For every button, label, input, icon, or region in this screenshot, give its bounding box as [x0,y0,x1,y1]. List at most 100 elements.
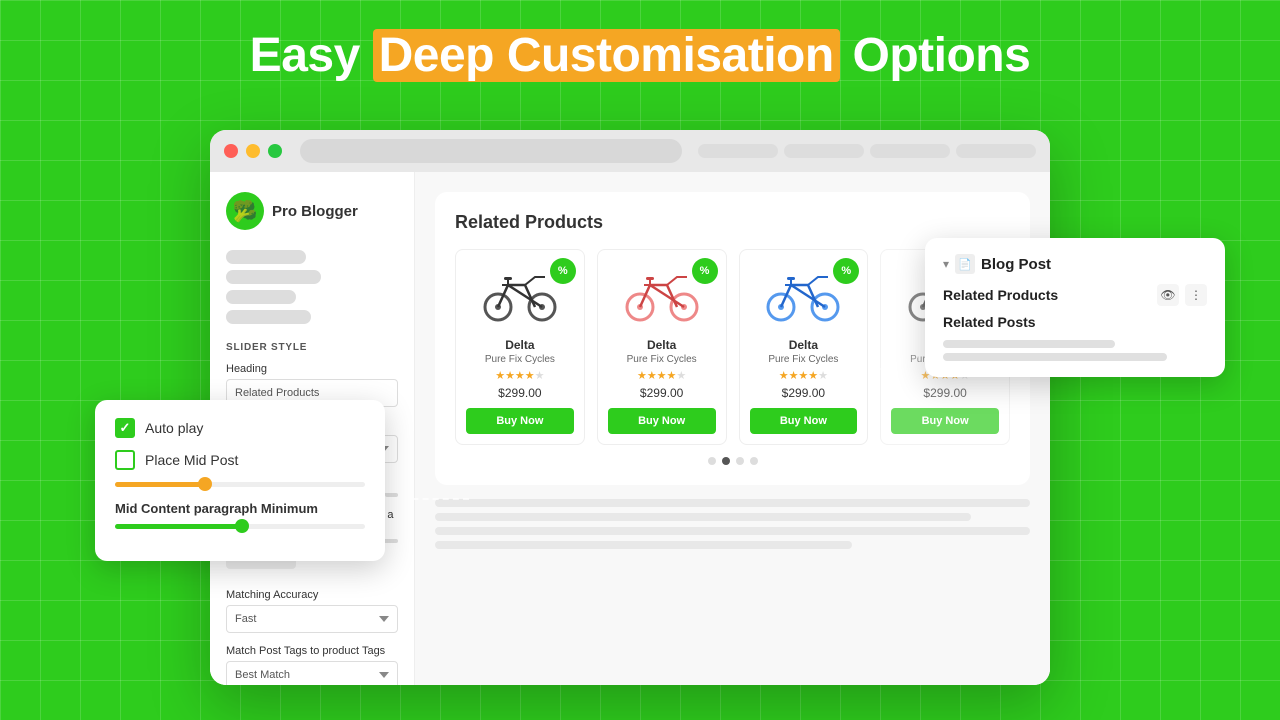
page-title-container: Easy Deep Customisation Options [0,0,1280,101]
product-badge-1: % [550,258,576,284]
product-image-1 [480,260,560,330]
blog-related-products-item: Related Products 👁 ⋮ [943,284,1207,306]
connector-right [868,340,918,370]
blog-related-posts-item: Related Posts [943,314,1207,330]
check-icon: ✓ [120,420,131,436]
address-bar[interactable] [300,139,682,163]
checkbox-panel: ✓ Auto play Place Mid Post Mid Content p… [95,400,385,561]
maximize-button-dot[interactable] [268,144,282,158]
matching-accuracy-group: Matching Accuracy Fast [226,589,398,633]
panel-slider-thumb[interactable] [198,477,212,491]
nav-pill-3 [870,144,950,158]
blog-item-1-actions: 👁 ⋮ [1157,284,1207,306]
content-lines [435,499,1030,549]
blog-post-title: Blog Post [981,256,1051,273]
dot-4[interactable] [750,457,758,465]
eye-icon[interactable]: 👁 [1157,284,1179,306]
product-badge-3: % [833,258,859,284]
product-price-3: $299.00 [750,386,858,400]
dot-1[interactable] [708,457,716,465]
dot-2[interactable] [722,457,730,465]
menu-dots-icon[interactable]: ⋮ [1185,284,1207,306]
panel-slider-fill [115,482,203,487]
content-line-1 [435,499,1030,507]
content-line-2 [435,513,971,521]
logo-text: Pro Blogger [272,203,358,220]
product-price-1: $299.00 [466,386,574,400]
place-mid-item: Place Mid Post [115,450,365,470]
nav-pill-1 [698,144,778,158]
close-button-dot[interactable] [224,144,238,158]
product-stars-2: ★★★★★ [608,369,716,382]
product-brand-1: Pure Fix Cycles [466,354,574,365]
product-name-2: Delta [608,338,716,352]
product-brand-2: Pure Fix Cycles [608,354,716,365]
buy-button-1[interactable]: Buy Now [466,408,574,434]
product-price-4: $299.00 [891,386,999,400]
panel-slider [115,482,365,487]
product-price-2: $299.00 [608,386,716,400]
nav-pill-4 [956,144,1036,158]
dot-3[interactable] [736,457,744,465]
panel-slider-fill-2 [115,524,240,529]
match-post-group: Match Post Tags to product Tags Best Mat… [226,645,398,685]
heading-label: Heading [226,363,398,375]
matching-accuracy-label: Matching Accuracy [226,589,398,601]
nav-item-4[interactable] [226,310,311,324]
nav-item-2[interactable] [226,270,321,284]
browser-titlebar [210,130,1050,172]
panel-slider-track[interactable] [115,482,365,487]
chevron-down-icon: ▾ [943,257,949,271]
product-brand-3: Pure Fix Cycles [750,354,858,365]
minimize-button-dot[interactable] [246,144,260,158]
nav-pill-2 [784,144,864,158]
panel-slider-track-2[interactable] [115,524,365,529]
title-text-2: Options [840,29,1031,82]
section-title: SLIDER STYLE [226,342,398,353]
blog-sublines [943,340,1207,361]
page-title: Easy Deep Customisation Options [0,28,1280,83]
nav-pills [226,250,398,324]
nav-item-1[interactable] [226,250,306,264]
sidebar-logo: 🥦 Pro Blogger [226,192,398,230]
title-text-1: Easy [250,29,373,82]
nav-item-3[interactable] [226,290,296,304]
autoplay-item: ✓ Auto play [115,418,365,438]
panel-slider-thumb-2[interactable] [235,519,249,533]
title-highlight: Deep Customisation [373,29,840,82]
product-image-3 [763,260,843,330]
blog-panel: ▾ 📄 Blog Post Related Products 👁 ⋮ Relat… [925,238,1225,377]
buy-button-2[interactable]: Buy Now [608,408,716,434]
panel-slider-2 [115,524,365,529]
product-name-3: Delta [750,338,858,352]
product-card-3: % [739,249,869,445]
product-image-2 [622,260,702,330]
blog-panel-header: ▾ 📄 Blog Post [943,254,1207,274]
matching-accuracy-select[interactable]: Fast [226,605,398,633]
product-name-1: Delta [466,338,574,352]
product-card-1: % [455,249,585,445]
product-badge-2: % [692,258,718,284]
autoplay-checkbox[interactable]: ✓ [115,418,135,438]
buy-button-4[interactable]: Buy Now [891,408,999,434]
match-post-select[interactable]: Best Match [226,661,398,685]
content-line-4 [435,541,852,549]
product-stars-3: ★★★★★ [750,369,858,382]
blog-item-1-name: Related Products [943,287,1058,303]
place-mid-checkbox[interactable] [115,450,135,470]
mid-content-label: Mid Content paragraph Minimum [115,501,365,516]
logo-icon: 🥦 [226,192,264,230]
carousel-dots [455,457,1010,465]
products-title: Related Products [455,212,1010,233]
product-card-2: % [597,249,727,445]
blog-subline-1 [943,340,1115,348]
blog-icon: 📄 [955,254,975,274]
match-post-label: Match Post Tags to product Tags [226,645,398,657]
blog-item-2-name: Related Posts [943,314,1036,330]
buy-button-3[interactable]: Buy Now [750,408,858,434]
autoplay-label: Auto play [145,420,203,436]
place-mid-label: Place Mid Post [145,452,238,468]
product-stars-1: ★★★★★ [466,369,574,382]
content-line-3 [435,527,1030,535]
blog-subline-2 [943,353,1167,361]
